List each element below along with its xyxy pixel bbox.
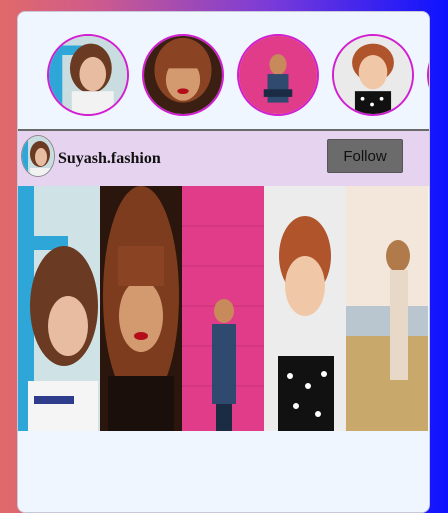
story-avatar-4[interactable] [332, 34, 414, 116]
gallery-photo-5[interactable] [346, 186, 428, 431]
gallery-photo-4[interactable] [264, 186, 346, 431]
photo-icon [18, 186, 100, 431]
portrait-icon [239, 36, 317, 114]
gallery-photo-3[interactable] [182, 186, 264, 431]
story-avatar-1[interactable] [47, 34, 129, 116]
photo-icon [100, 186, 182, 431]
portrait-icon [49, 36, 127, 114]
feed-card: Suyash.fashion Follow [17, 11, 430, 513]
photo-icon [264, 186, 346, 431]
portrait-icon [144, 36, 222, 114]
username[interactable]: Suyash.fashion [58, 150, 161, 168]
avatar-icon [22, 136, 54, 176]
gallery-photo-1[interactable] [18, 186, 100, 431]
gallery-photo-2[interactable] [100, 186, 182, 431]
follow-button[interactable]: Follow [327, 139, 403, 173]
post-gallery[interactable] [18, 186, 429, 431]
photo-icon [182, 186, 264, 431]
portrait-icon [334, 36, 412, 114]
story-avatar-2[interactable] [142, 34, 224, 116]
profile-avatar[interactable] [21, 135, 55, 177]
story-avatar-3[interactable] [237, 34, 319, 116]
post-header: Suyash.fashion Follow [18, 131, 429, 186]
story-avatar-5[interactable] [427, 34, 429, 116]
stories-bar[interactable] [18, 12, 429, 129]
photo-icon [346, 186, 428, 431]
